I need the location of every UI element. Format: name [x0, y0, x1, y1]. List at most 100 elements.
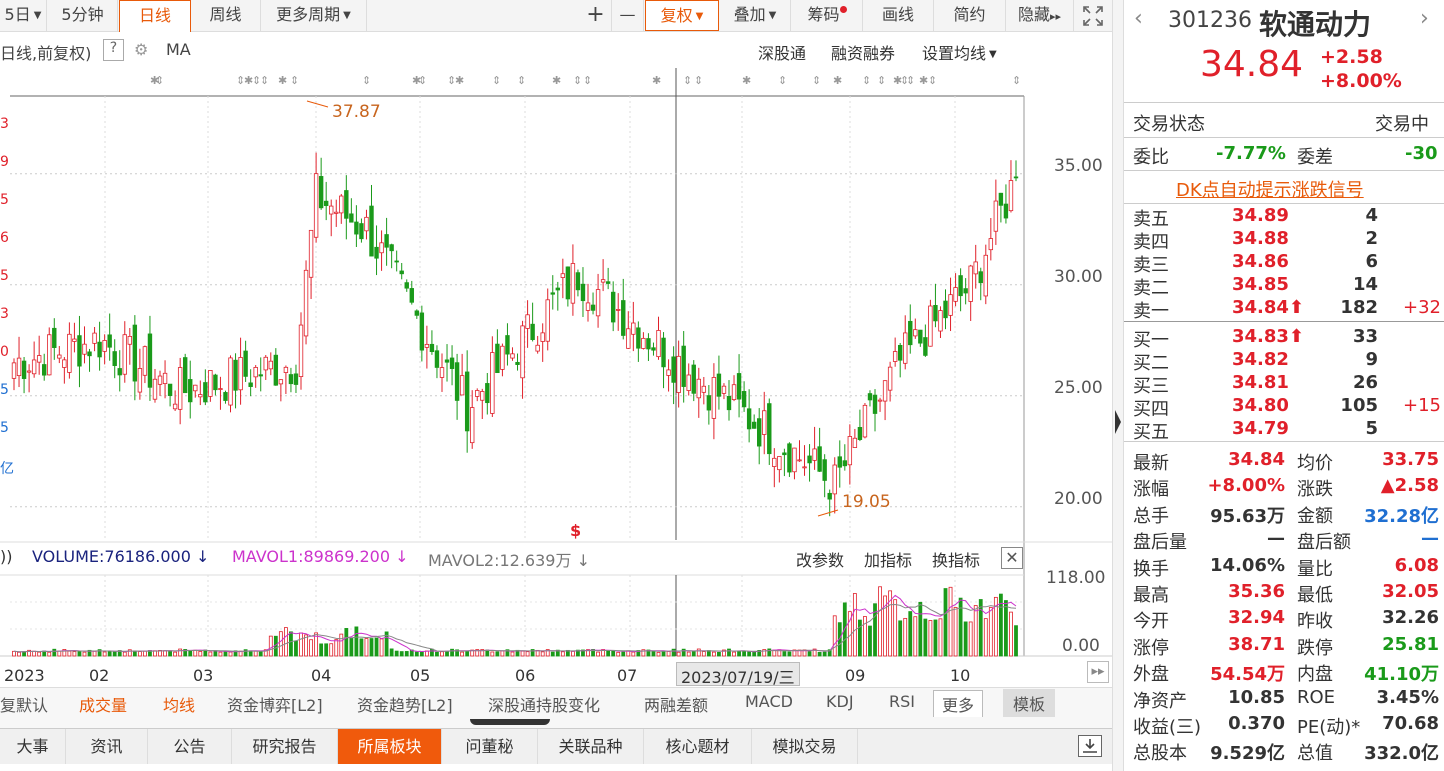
download-icon[interactable]: [1078, 735, 1102, 757]
tab-news[interactable]: 资讯: [66, 729, 148, 765]
stat-row: 净资产 10.85 ROE 3.45%: [1124, 687, 1444, 712]
tab-macd[interactable]: MACD: [745, 692, 793, 711]
bid-level-row[interactable]: 买一 34.83⬆ 33: [1124, 326, 1444, 351]
prev-stock-icon[interactable]: ‹: [1134, 6, 1143, 31]
bid-level-row[interactable]: 买三 34.81 26: [1124, 372, 1444, 397]
ask-level-row[interactable]: 卖五 34.89 4: [1124, 205, 1444, 230]
candle-down: [112, 351, 117, 366]
scroll-right-icon[interactable]: ▸▸: [1087, 661, 1109, 683]
bid-level-row[interactable]: 买二 34.82 9: [1124, 349, 1444, 374]
fullscreen-button[interactable]: [1075, 0, 1111, 31]
candle-up: [973, 261, 978, 275]
volume-bar: [208, 651, 213, 657]
dk-signal-link[interactable]: DK点自动提示涨跌信号: [1176, 176, 1364, 202]
tab-margin-diff[interactable]: 两融差额: [644, 692, 708, 716]
panel-splitter[interactable]: [1112, 0, 1123, 771]
tab-core-theme[interactable]: 核心题材: [644, 729, 752, 765]
stat-value: ▲2.58: [1380, 475, 1439, 497]
switch-indicator-button[interactable]: 换指标: [932, 547, 980, 571]
period-weekly-button[interactable]: 周线: [191, 0, 261, 31]
stat-value: 95.63万: [1210, 505, 1285, 527]
event-marker[interactable]: ⇕: [583, 74, 592, 87]
tab-more[interactable]: 更多: [933, 690, 984, 718]
event-marker[interactable]: ⇕: [877, 74, 886, 87]
event-marker[interactable]: ⇕: [694, 74, 703, 87]
tab-sim-trade[interactable]: 模拟交易: [752, 729, 858, 765]
tab-fund-game[interactable]: 资金博弈[L2]: [227, 692, 323, 716]
event-marker[interactable]: ⇕: [683, 74, 692, 87]
bid-level-row[interactable]: 买四 34.80 105 +15: [1124, 395, 1444, 420]
more-period-dropdown[interactable]: 更多周期 ▼: [261, 0, 367, 31]
candle-up: [882, 380, 888, 402]
candle-down: [485, 383, 490, 404]
bid-level-row[interactable]: 买五 34.79 5: [1124, 418, 1444, 443]
event-marker[interactable]: ⇕: [155, 74, 164, 87]
event-marker[interactable]: ✱: [919, 74, 928, 87]
event-marker[interactable]: ✱: [552, 74, 561, 87]
collapse-arrow-icon[interactable]: [1115, 410, 1121, 434]
next-stock-icon[interactable]: ›: [1420, 6, 1429, 31]
event-marker[interactable]: ⇕: [573, 74, 582, 87]
candle-down: [454, 362, 460, 401]
stat-label: 量比: [1297, 558, 1333, 580]
event-marker[interactable]: ✱: [278, 74, 287, 87]
period-5day-dropdown[interactable]: 5日 ▼: [0, 0, 47, 31]
hide-button[interactable]: 隐藏▸▸: [1006, 0, 1074, 31]
event-marker[interactable]: ⇕: [778, 74, 787, 87]
event-marker[interactable]: ⇕: [517, 74, 526, 87]
candle-up: [993, 200, 999, 232]
tab-fund-trend[interactable]: 资金趋势[L2]: [357, 692, 453, 716]
stat-label: 均价: [1297, 453, 1333, 474]
tab-default[interactable]: 复默认: [0, 692, 48, 716]
tab-events[interactable]: 大事: [0, 729, 66, 765]
event-marker[interactable]: ✱: [652, 74, 661, 87]
event-marker[interactable]: ⇕: [1012, 74, 1021, 87]
event-marker[interactable]: ⇕: [492, 74, 501, 87]
candle-up: [193, 384, 198, 392]
tab-ma[interactable]: 均线: [163, 692, 195, 716]
candle-up: [666, 369, 671, 376]
ask-level-row[interactable]: 卖一 34.84⬆ 182 +32: [1124, 297, 1444, 322]
event-marker[interactable]: ⇕: [862, 74, 871, 87]
event-marker[interactable]: ✱: [455, 74, 464, 87]
zoom-out-button[interactable]: —: [612, 0, 644, 31]
price-tick: 25.00: [1054, 378, 1103, 398]
event-marker[interactable]: ⇕: [928, 74, 937, 87]
tab-sector[interactable]: 所属板块: [338, 729, 442, 765]
tab-kdj[interactable]: KDJ: [826, 692, 854, 711]
tab-rsi[interactable]: RSI: [889, 692, 915, 711]
vol-legend-mavol2: MAVOL2:12.639万 ↓: [428, 547, 590, 571]
overlay-dropdown[interactable]: 叠加 ▼: [720, 0, 791, 31]
event-marker[interactable]: ⇕: [812, 74, 821, 87]
event-marker[interactable]: ✱: [742, 74, 751, 87]
candle-down: [842, 460, 848, 467]
tab-related[interactable]: 关联品种: [538, 729, 644, 765]
collapse-handle[interactable]: [470, 719, 550, 725]
ask-level-row[interactable]: 卖三 34.86 6: [1124, 251, 1444, 276]
event-marker[interactable]: ⇕: [290, 74, 299, 87]
event-marker[interactable]: ✱: [833, 74, 842, 87]
event-marker[interactable]: ⇕: [906, 74, 915, 87]
change-params-button[interactable]: 改参数: [796, 547, 844, 571]
simple-mode-button[interactable]: 简约: [934, 0, 1006, 31]
add-indicator-button[interactable]: 加指标: [864, 547, 912, 571]
event-marker[interactable]: ⇕: [260, 74, 269, 87]
fuquan-dropdown[interactable]: 复权 ▼: [645, 0, 719, 31]
period-5min-button[interactable]: 5分钟: [48, 0, 118, 31]
event-marker[interactable]: ⇕: [362, 74, 371, 87]
tab-announcements[interactable]: 公告: [148, 729, 232, 765]
event-marker[interactable]: ⇕: [418, 74, 427, 87]
zoom-in-button[interactable]: +: [580, 0, 612, 31]
period-daily-button[interactable]: 日线: [119, 0, 191, 32]
ask-level-row[interactable]: 卖四 34.88 2: [1124, 228, 1444, 253]
tab-research[interactable]: 研究报告: [232, 729, 338, 765]
ask-level-row[interactable]: 卖二 34.85 14: [1124, 274, 1444, 299]
draw-line-button[interactable]: 画线: [863, 0, 934, 31]
tab-volume[interactable]: 成交量: [79, 692, 127, 716]
candle-up: [792, 447, 797, 473]
tab-sgt-holding[interactable]: 深股通持股变化: [488, 692, 600, 716]
tab-ask-board[interactable]: 问董秘: [442, 729, 538, 765]
close-icon[interactable]: ✕: [1001, 547, 1023, 569]
chips-button[interactable]: 筹码: [792, 0, 863, 31]
tab-template[interactable]: 模板: [1003, 689, 1056, 717]
